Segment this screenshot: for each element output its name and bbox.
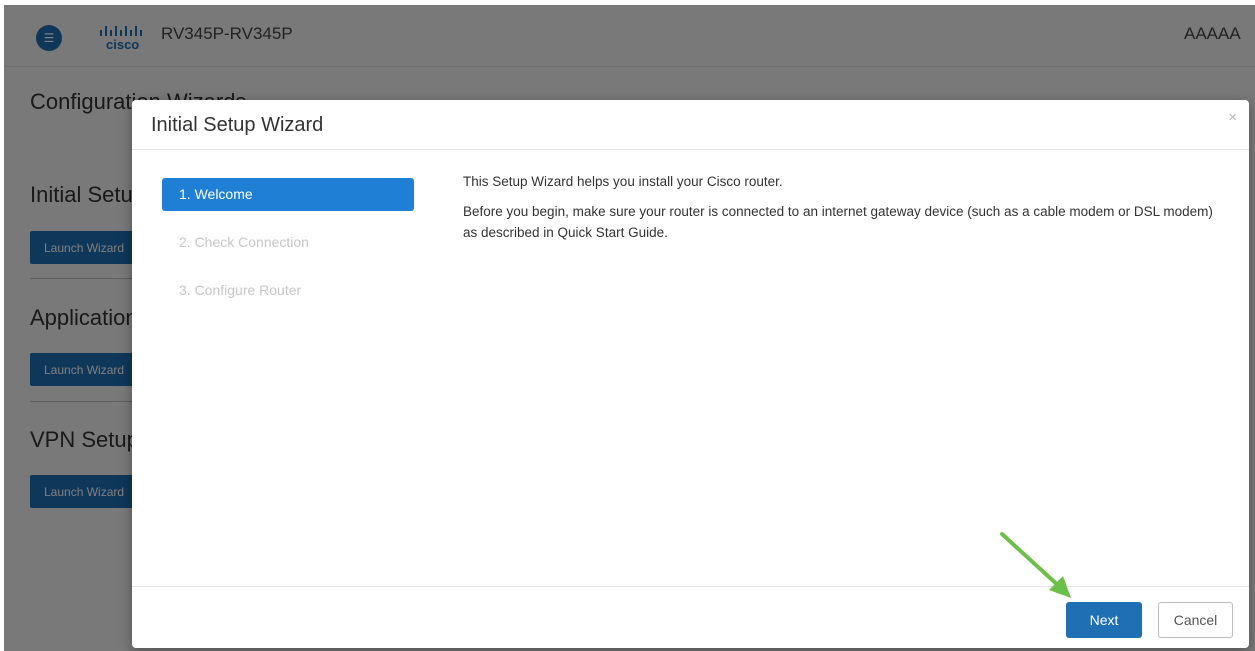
step-configure-router: 3. Configure Router xyxy=(179,282,302,298)
wizard-content: This Setup Wizard helps you install your… xyxy=(463,171,1223,252)
intro-text: This Setup Wizard helps you install your… xyxy=(463,174,783,189)
wizard-steps: 1. Welcome 2. Check Connection 3. Config… xyxy=(162,178,414,322)
green-arrow-icon xyxy=(1000,532,1071,598)
step-check-connection: 2. Check Connection xyxy=(179,234,309,250)
instructions-text: Before you begin, make sure your router … xyxy=(463,204,1213,240)
step-welcome[interactable]: 1. Welcome xyxy=(162,178,414,211)
modal-header: Initial Setup Wizard × xyxy=(132,100,1249,150)
close-icon[interactable]: × xyxy=(1228,109,1237,126)
modal-footer: Next Cancel xyxy=(132,586,1249,649)
cancel-button[interactable]: Cancel xyxy=(1158,602,1233,638)
modal-title: Initial Setup Wizard xyxy=(151,114,324,136)
next-button[interactable]: Next xyxy=(1066,602,1142,638)
initial-setup-wizard-dialog: Initial Setup Wizard × 1. Welcome 2. Che… xyxy=(132,100,1249,648)
